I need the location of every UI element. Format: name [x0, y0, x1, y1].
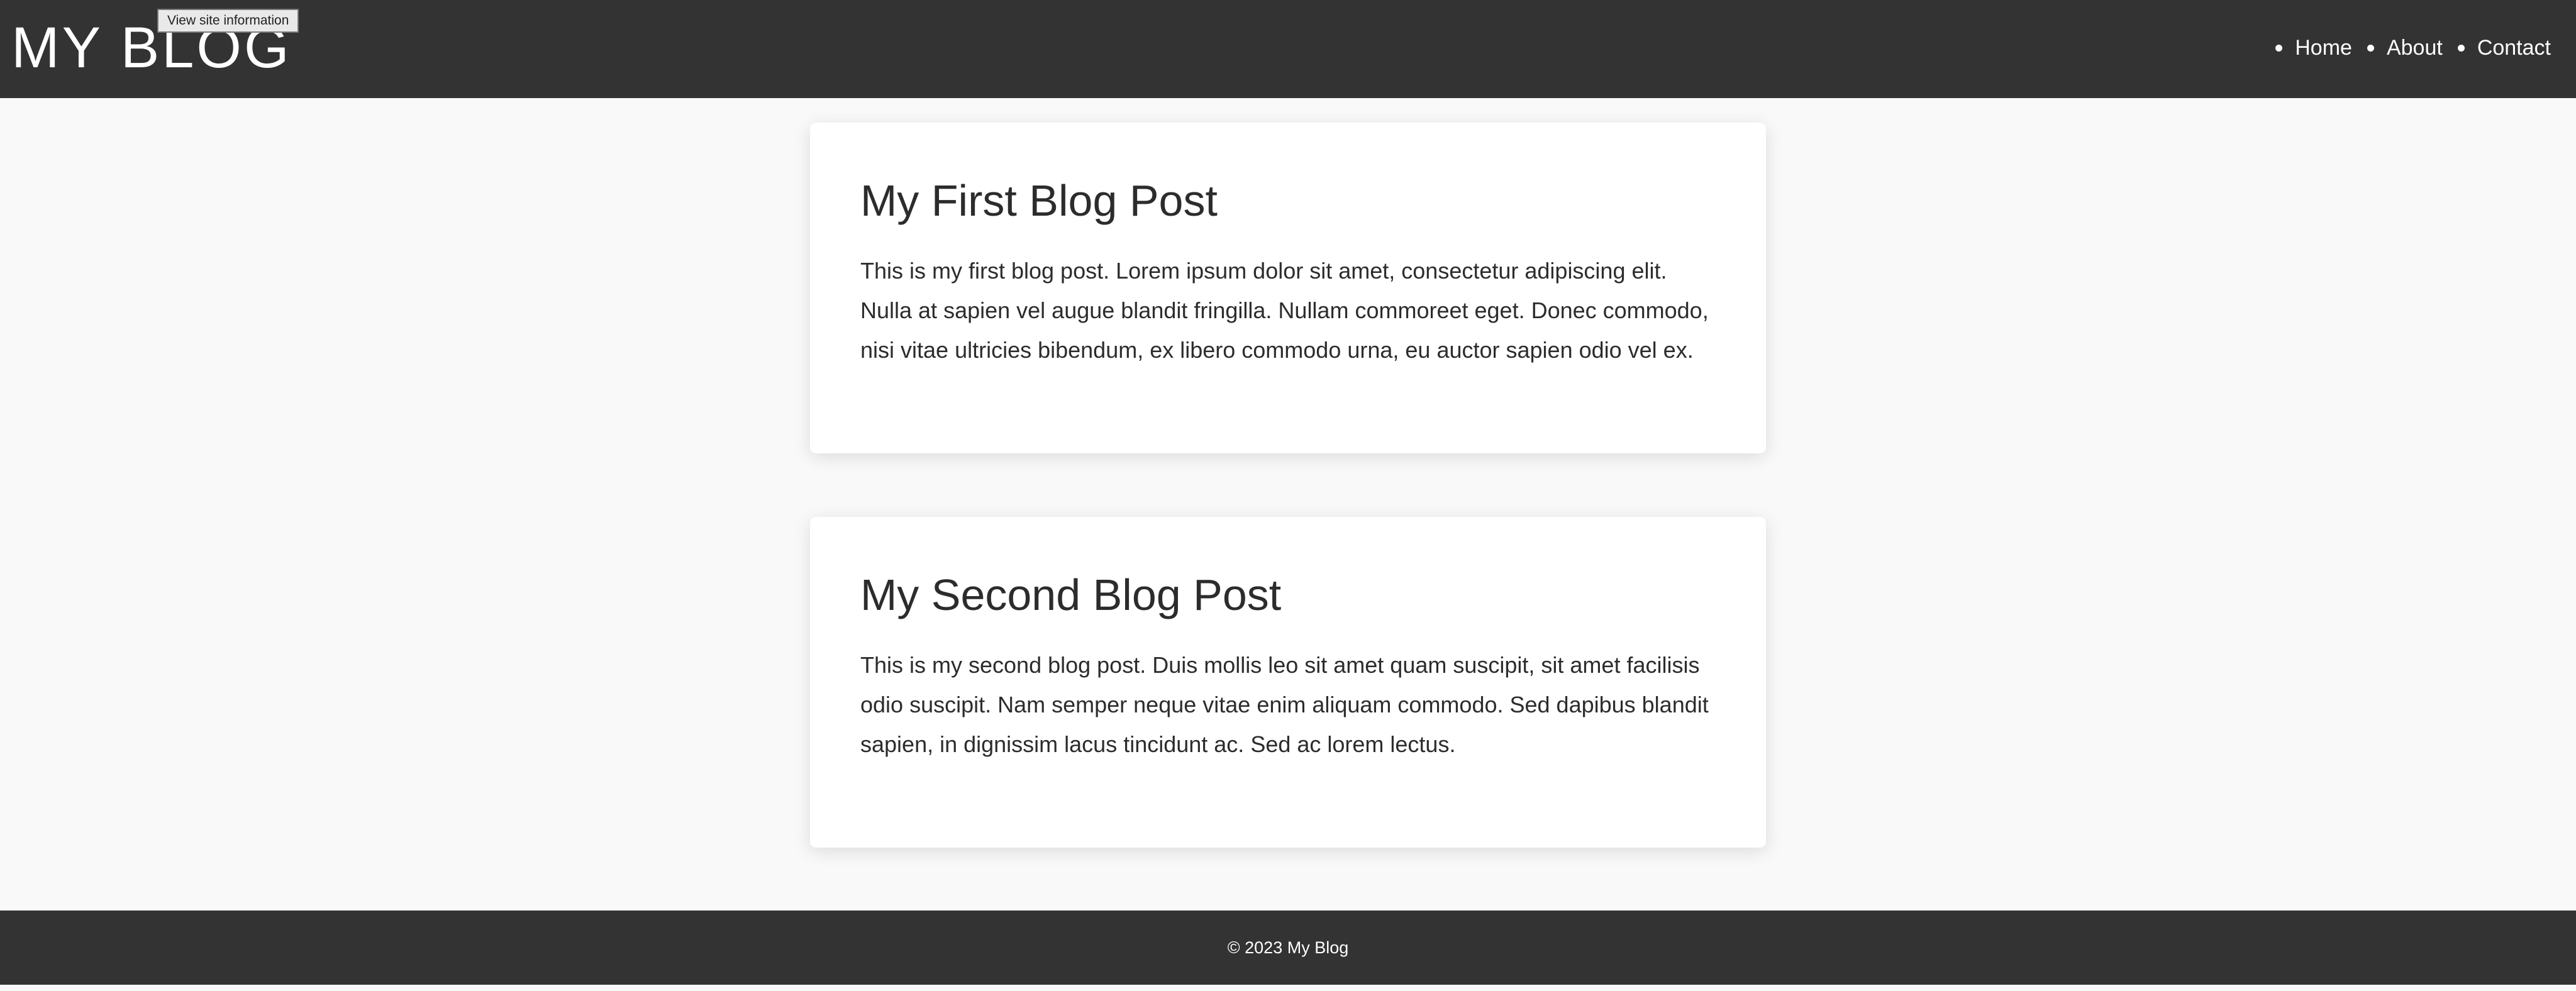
nav-item-about: About [2367, 30, 2443, 65]
site-footer: © 2023 My Blog [0, 911, 2576, 985]
main-nav: Home About Contact [2260, 30, 2551, 65]
copyright-text: © 2023 My Blog [1227, 938, 1349, 957]
post-title: My First Blog Post [860, 176, 1218, 225]
blog-post-card: My Second Blog Post This is my second bl… [810, 517, 1766, 848]
nav-item-contact: Contact [2457, 30, 2551, 65]
bullet-icon [2457, 44, 2465, 52]
post-body: This is my second blog post. Duis mollis… [860, 652, 1709, 757]
site-header: MY BLOG View site information Home About… [0, 0, 2576, 98]
nav-link-contact[interactable]: Contact [2477, 30, 2551, 65]
nav-item-home: Home [2275, 30, 2352, 65]
bullet-icon [2367, 44, 2374, 52]
blog-post-card: My First Blog Post This is my first blog… [810, 123, 1766, 453]
nav-link-home[interactable]: Home [2295, 30, 2352, 65]
post-title: My Second Blog Post [860, 570, 1282, 619]
nav-link-about[interactable]: About [2387, 30, 2443, 65]
post-body: This is my first blog post. Lorem ipsum … [860, 258, 1709, 363]
bullet-icon [2275, 44, 2283, 52]
view-site-information-button[interactable]: View site information [157, 9, 299, 33]
